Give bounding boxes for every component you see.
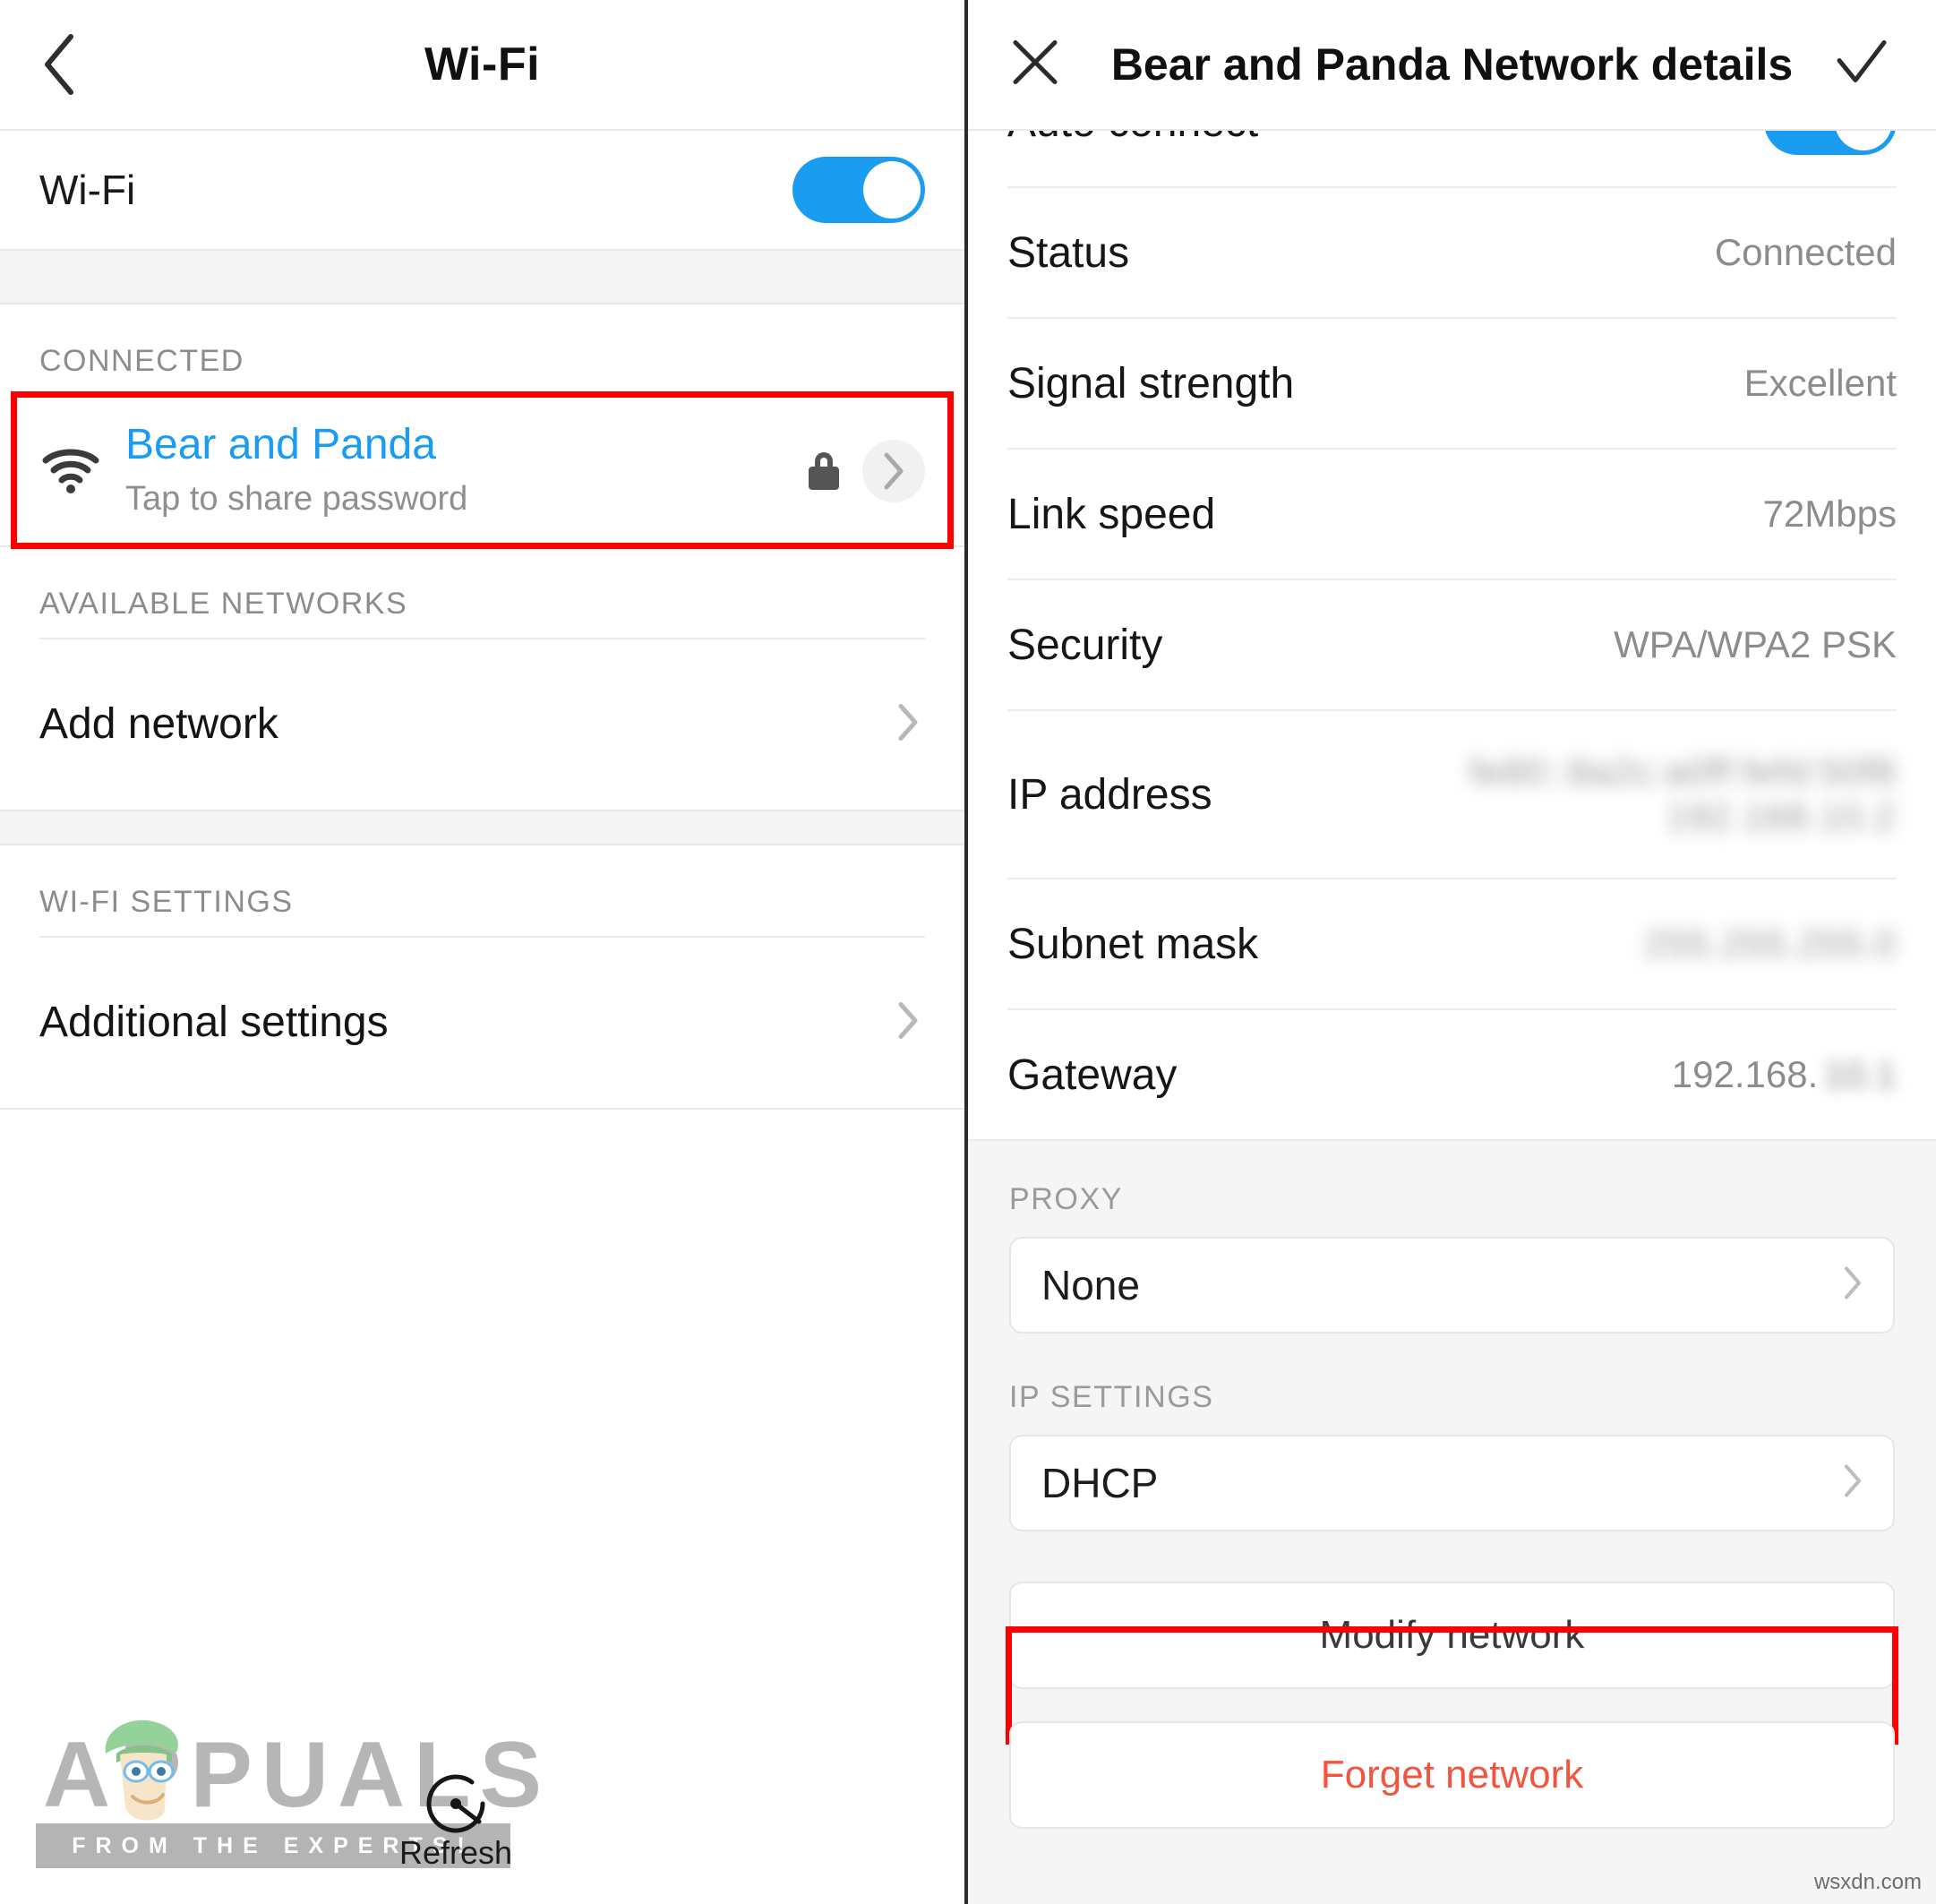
wifi-toggle-row[interactable]: Wi-Fi: [0, 131, 964, 249]
detail-key: Link speed: [1007, 490, 1216, 538]
subnet-mask-value: 255.255.255.0: [1644, 922, 1897, 965]
check-icon[interactable]: [1834, 38, 1889, 92]
divider: [0, 1107, 964, 1110]
connected-network-texts: Bear and Panda Tap to share password: [125, 420, 467, 522]
refresh-label: Refresh: [399, 1834, 513, 1871]
ip-settings-value: DHCP: [1041, 1460, 1159, 1506]
gateway-value-group: 192.168. 10.1: [1672, 1053, 1897, 1096]
add-network-row[interactable]: Add network: [0, 639, 964, 810]
ip-address-line2: 192.168.10.2: [1666, 795, 1897, 837]
detail-key: Gateway: [1007, 1051, 1178, 1099]
wifi-toggle-switch[interactable]: [792, 157, 925, 223]
detail-value-redacted: fe80::8a2c:a0ff:fefd:50f8 192.168.10.2: [1469, 750, 1897, 840]
gateway-value-hidden: 10.1: [1823, 1053, 1897, 1095]
wifi-settings-header: WI-FI SETTINGS: [0, 845, 964, 936]
detail-key: IP address: [1007, 770, 1212, 819]
wifi-toggle-label: Wi-Fi: [39, 167, 136, 213]
wifi-list-panel: Wi-Fi Wi-Fi CONNECTED Bear and Panda Tap…: [0, 0, 968, 1904]
connected-network-row[interactable]: Bear and Panda Tap to share password: [0, 397, 964, 545]
close-icon[interactable]: [1009, 37, 1061, 93]
back-chevron-icon[interactable]: [39, 34, 81, 95]
auto-connect-label: Auto connect: [1007, 131, 1258, 147]
toggle-knob: [863, 161, 921, 219]
network-detail-button[interactable]: [862, 439, 925, 502]
lock-icon: [809, 451, 839, 490]
proxy-group-label: PROXY: [1009, 1182, 1124, 1216]
ip-settings-select[interactable]: DHCP: [1009, 1435, 1895, 1531]
detail-row-link-speed: Link speed 72Mbps: [968, 450, 1936, 579]
additional-settings-label: Additional settings: [39, 999, 389, 1047]
chevron-right-icon: [1843, 1463, 1863, 1504]
detail-key: Subnet mask: [1007, 920, 1259, 968]
available-networks-header: AVAILABLE NETWORKS: [0, 546, 964, 638]
ip-address-line1: fe80::8a2c:a0ff:fefd:50f8: [1469, 750, 1897, 793]
proxy-select[interactable]: None: [1009, 1237, 1895, 1334]
detail-key: Status: [1007, 228, 1130, 277]
chevron-right-icon: [1843, 1265, 1863, 1306]
connected-network-subtitle: Tap to share password: [125, 479, 468, 518]
detail-row-gateway: Gateway 192.168. 10.1: [968, 1010, 1936, 1139]
toggle-knob: [1835, 131, 1892, 150]
proxy-value: None: [1041, 1262, 1140, 1308]
site-watermark: wsxdn.com: [1813, 1870, 1922, 1894]
section-gap-2: [0, 809, 964, 845]
wifi-header: Wi-Fi: [0, 0, 964, 131]
additional-settings-row[interactable]: Additional settings: [0, 937, 964, 1108]
refresh-control[interactable]: Refresh: [399, 1764, 512, 1872]
page-title: Wi-Fi: [424, 39, 541, 90]
network-details-header: Bear and Panda Network details: [968, 0, 1936, 131]
detail-row-status: Status Connected: [968, 188, 1936, 317]
network-details-panel: Bear and Panda Network details Auto conn…: [968, 0, 1936, 1904]
detail-value: 72Mbps: [1762, 493, 1897, 535]
detail-value: Excellent: [1743, 362, 1897, 404]
connected-network-actions: [809, 439, 925, 502]
detail-row-ip-address: IP address fe80::8a2c:a0ff:fefd:50f8 192…: [968, 711, 1936, 878]
refresh-icon: [426, 1774, 485, 1833]
chevron-right-icon: [896, 701, 920, 747]
screenshot-root: Wi-Fi Wi-Fi CONNECTED Bear and Panda Tap…: [0, 0, 1936, 1904]
gateway-value-visible: 192.168.: [1671, 1053, 1819, 1095]
detail-value: Connected: [1714, 231, 1897, 273]
detail-value: WPA/WPA2 PSK: [1614, 623, 1897, 665]
auto-connect-row[interactable]: Auto connect: [968, 131, 1936, 186]
auto-connect-toggle[interactable]: [1764, 131, 1897, 155]
ip-settings-group-label: IP SETTINGS: [1009, 1380, 1214, 1414]
detail-key: Signal strength: [1007, 359, 1295, 407]
forget-network-button[interactable]: Forget network: [1009, 1721, 1895, 1829]
modify-network-button[interactable]: Modify network: [1009, 1582, 1895, 1689]
network-settings-area: PROXY None IP SETTINGS DHCP Modify netwo…: [968, 1139, 1936, 1904]
detail-row-signal-strength: Signal strength Excellent: [968, 319, 1936, 448]
detail-key: Security: [1007, 621, 1163, 669]
detail-row-security: Security WPA/WPA2 PSK: [968, 580, 1936, 709]
network-details-title: Bear and Panda Network details: [1110, 39, 1794, 90]
chevron-right-icon: [896, 999, 920, 1045]
wifi-signal-icon: [39, 448, 102, 494]
connected-section-header: CONNECTED: [0, 304, 964, 395]
section-gap-1: [0, 249, 964, 304]
modify-network-label: Modify network: [1319, 1613, 1585, 1657]
connected-network-name: Bear and Panda: [125, 421, 436, 468]
forget-network-label: Forget network: [1320, 1753, 1584, 1797]
add-network-label: Add network: [39, 700, 278, 749]
detail-row-subnet-mask: Subnet mask 255.255.255.0: [968, 879, 1936, 1008]
